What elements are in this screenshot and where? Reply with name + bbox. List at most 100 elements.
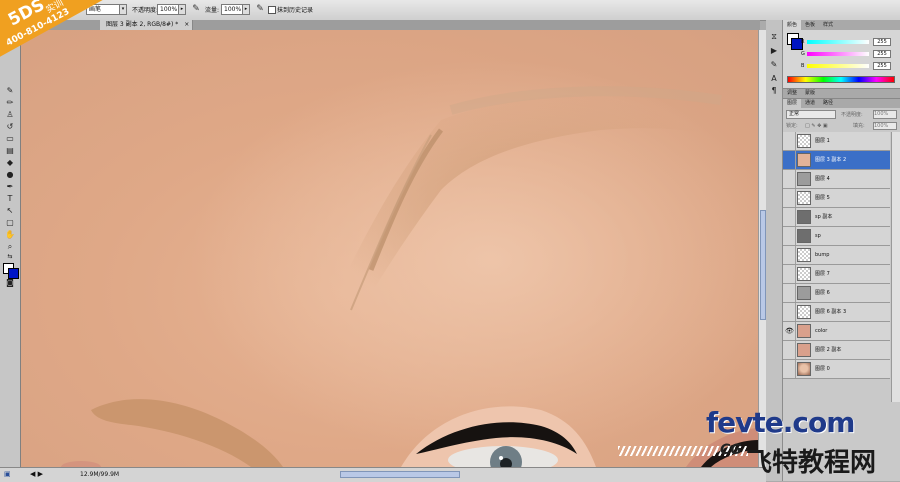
layer-name: 图层 1: [815, 138, 830, 144]
green-value[interactable]: 255: [873, 50, 891, 58]
visibility-eye-icon[interactable]: [784, 246, 796, 264]
layer-list: 图层 1 图层 3 副本 2 图层 4 图层 5 sp 副本 sp bump 图层 7 图层 6…: [783, 132, 890, 379]
layer-row[interactable]: 图层 6 副本 3: [783, 303, 890, 322]
layer-thumbnail: [797, 343, 811, 357]
blend-mode-select[interactable]: 正常: [786, 110, 836, 119]
eye-glint: [499, 456, 503, 460]
layer-row[interactable]: sp: [783, 227, 890, 246]
type-tool-icon[interactable]: T: [3, 194, 17, 204]
horizontal-scroll-thumb[interactable]: [340, 471, 460, 478]
flow-input[interactable]: 100%: [221, 4, 243, 15]
close-tab-icon[interactable]: ×: [184, 20, 189, 30]
pen-tool-icon[interactable]: ✒: [3, 182, 17, 192]
blue-label: B: [801, 63, 805, 69]
layer-opacity-input[interactable]: 100%: [873, 110, 897, 119]
erase-history-label: 抹到历史记录: [277, 7, 314, 14]
layer-thumbnail: [797, 153, 811, 167]
layer-row[interactable]: 图层 3 副本 2: [783, 151, 890, 170]
visibility-eye-icon[interactable]: [784, 151, 796, 169]
ps-icon[interactable]: ▣: [4, 470, 11, 478]
blur-tool-icon[interactable]: ◆: [3, 158, 17, 168]
document-canvas[interactable]: [21, 30, 758, 467]
visibility-eye-icon[interactable]: [784, 189, 796, 207]
layers-panel-tabs: 图层 通道 路径: [783, 99, 900, 108]
layer-name: 图层 6 副本 3: [815, 309, 847, 315]
tab-channels[interactable]: 通道: [801, 99, 819, 108]
pressure-opacity-icon[interactable]: ✎: [190, 3, 202, 16]
visibility-eye-icon[interactable]: 👁: [784, 322, 796, 340]
visibility-eye-icon[interactable]: [784, 265, 796, 283]
blue-slider[interactable]: [807, 64, 869, 68]
layer-row[interactable]: 👁 color: [783, 322, 890, 341]
path-select-icon[interactable]: ↖: [3, 206, 17, 216]
feite-watermark: 飞特教程网: [746, 448, 877, 478]
stamp-tool-icon[interactable]: ♙: [3, 110, 17, 120]
nav-icon[interactable]: ◀ ▶: [30, 470, 43, 478]
left-eyebrow: [91, 399, 283, 467]
layer-row[interactable]: 图层 4: [783, 170, 890, 189]
brush-tool-icon[interactable]: ✎: [3, 86, 17, 96]
quick-mask-icon[interactable]: ◙: [3, 278, 17, 288]
layer-row[interactable]: sp 副本: [783, 208, 890, 227]
visibility-eye-icon[interactable]: [784, 208, 796, 226]
lock-icons[interactable]: □ ✎ ✥ ▣: [805, 121, 828, 131]
layer-row[interactable]: 图层 1: [783, 132, 890, 151]
color-panel-tabs: 颜色 色板 样式: [783, 20, 900, 30]
visibility-eye-icon[interactable]: [784, 227, 796, 245]
visibility-eye-icon[interactable]: [784, 341, 796, 359]
visibility-eye-icon[interactable]: [784, 284, 796, 302]
green-slider-row: G 255: [801, 50, 897, 58]
layers-scrollbar[interactable]: [891, 132, 900, 402]
history-icon[interactable]: ⧖: [769, 32, 779, 42]
flow-arrow[interactable]: ▸: [242, 4, 250, 15]
airbrush-icon[interactable]: ✎: [254, 3, 266, 16]
layer-row[interactable]: 图层 2 副本: [783, 341, 890, 360]
color-panel: 颜色 色板 样式 R 255 G 255 B 255: [783, 20, 900, 89]
eraser-tool-icon[interactable]: ▭: [3, 134, 17, 144]
layer-row[interactable]: 图层 7: [783, 265, 890, 284]
opacity-input[interactable]: 100%: [157, 4, 179, 15]
tab-swatches[interactable]: 色板: [801, 20, 819, 30]
visibility-eye-icon[interactable]: [784, 170, 796, 188]
layer-row[interactable]: 图层 5: [783, 189, 890, 208]
blue-value[interactable]: 255: [873, 62, 891, 70]
opacity-arrow[interactable]: ▸: [178, 4, 186, 15]
fill-input[interactable]: 100%: [873, 122, 897, 130]
visibility-eye-icon[interactable]: [784, 303, 796, 321]
character-icon[interactable]: A: [769, 74, 779, 84]
erase-history-checkbox[interactable]: [268, 6, 276, 14]
paragraph-icon[interactable]: ¶: [769, 86, 779, 96]
layer-thumbnail: [797, 324, 811, 338]
dodge-tool-icon[interactable]: ●: [3, 170, 17, 180]
tab-adjustments[interactable]: 调整: [783, 89, 801, 98]
brush-preset-icon[interactable]: ✎: [769, 60, 779, 70]
layer-row[interactable]: 图层 0: [783, 360, 890, 379]
hand-tool-icon[interactable]: ✋: [3, 230, 17, 240]
tab-styles[interactable]: 样式: [819, 20, 837, 30]
shape-tool-icon[interactable]: ▢: [3, 218, 17, 228]
mode-dropdown-arrow[interactable]: ▾: [119, 4, 127, 15]
layer-row[interactable]: 图层 6: [783, 284, 890, 303]
gradient-tool-icon[interactable]: ▤: [3, 146, 17, 156]
tab-masks[interactable]: 蒙版: [801, 89, 819, 98]
red-slider[interactable]: [807, 40, 869, 44]
layer-name: color: [815, 328, 828, 334]
tab-layers[interactable]: 图层: [783, 99, 802, 108]
color-spectrum[interactable]: [787, 76, 895, 83]
green-slider[interactable]: [807, 52, 869, 56]
lock-label: 锁定:: [786, 123, 798, 129]
layer-thumbnail: [797, 191, 811, 205]
actions-icon[interactable]: ▶: [769, 46, 779, 56]
red-value[interactable]: 255: [873, 38, 891, 46]
document-tab[interactable]: 图层 3 副本 2, RGB/8#) * ×: [100, 20, 194, 30]
tab-color[interactable]: 颜色: [783, 20, 802, 30]
swap-colors-icon[interactable]: ⇆: [3, 252, 17, 262]
zoom-tool-icon[interactable]: ⌕: [3, 242, 17, 252]
visibility-eye-icon[interactable]: [784, 132, 796, 150]
pencil-tool-icon[interactable]: ✏: [3, 98, 17, 108]
layer-row[interactable]: bump: [783, 246, 890, 265]
history-brush-icon[interactable]: ↺: [3, 122, 17, 132]
mode-select[interactable]: 画笔: [86, 4, 120, 15]
visibility-eye-icon[interactable]: [784, 360, 796, 378]
tab-paths[interactable]: 路径: [819, 99, 837, 108]
